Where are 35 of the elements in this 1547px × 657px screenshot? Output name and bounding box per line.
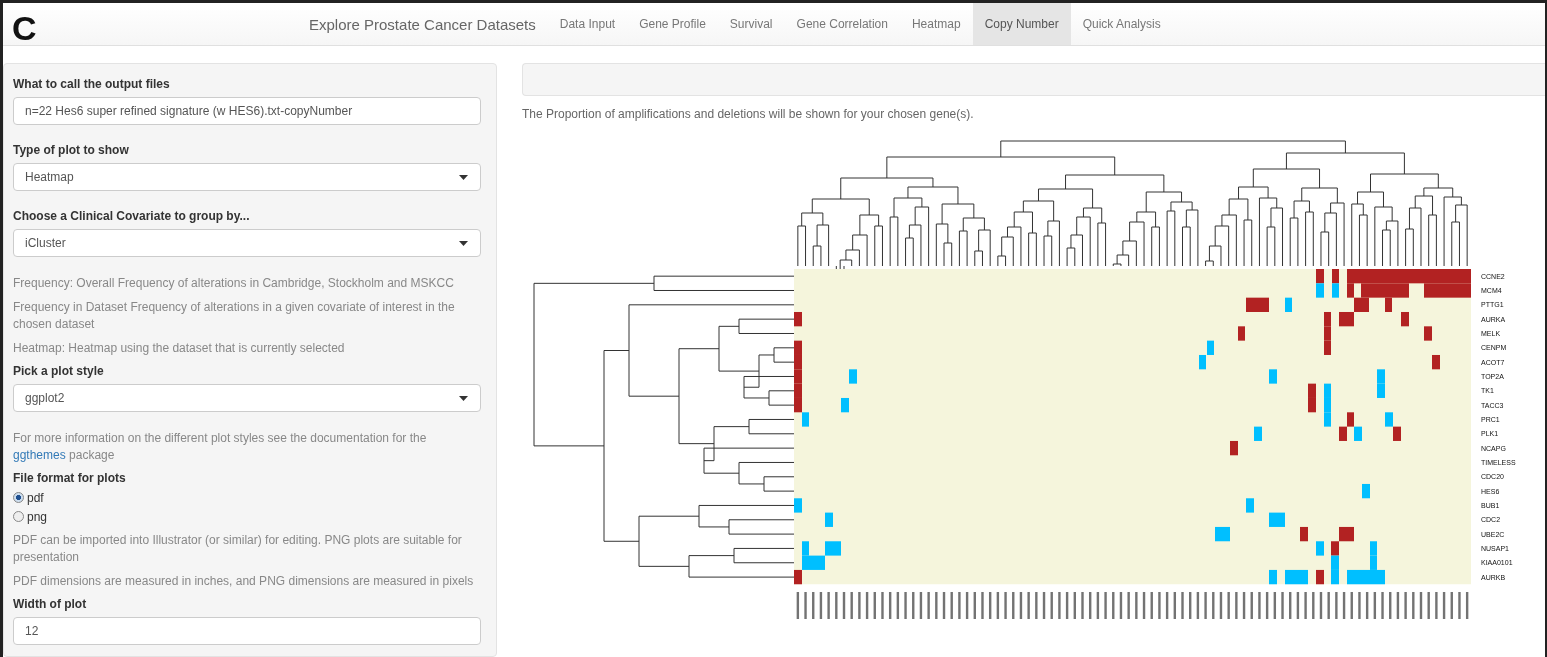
nav-tab[interactable]: Heatmap: [899, 3, 973, 45]
field-label: Pick a plot style: [13, 364, 105, 378]
help-text: PDF dimensions are measured in inches, and PNG dimensions are measured in pixels: [13, 573, 475, 590]
caret-icon: [459, 240, 468, 246]
text-field[interactable]: 12: [13, 617, 481, 645]
panel-label: C: [11, 8, 38, 45]
field-label: File format for plots: [13, 471, 127, 485]
nav-tab[interactable]: Copy Number: [972, 3, 1071, 45]
help-text: Frequency in Dataset Frequency of alterations in a given covariate of interest in the chosen dataset: [13, 299, 456, 333]
nav-tab[interactable]: Quick Analysis: [1070, 3, 1173, 45]
help-text: For more information on the different plot styles see the documentation for the ggthemes package: [13, 430, 428, 464]
nav-tab[interactable]: Gene Profile: [627, 3, 718, 45]
nav-tab[interactable]: Gene Correlation: [784, 3, 900, 45]
nav-tab[interactable]: Data Input: [547, 3, 628, 45]
nav-tab[interactable]: Survival: [717, 3, 785, 45]
radio-button[interactable]: [13, 492, 24, 503]
help-text: PDF can be imported into Illustrator (or similar) for editing. PNG plots are suitable for presentation: [13, 532, 463, 566]
help-text: Frequency: Overall Frequency of alterations in Cambridge, Stockholm and MSKCC: [13, 275, 455, 292]
caret-icon: [459, 395, 468, 401]
select-field[interactable]: Heatmap: [13, 163, 481, 191]
field-label: Choose a Clinical Covariate to group by...: [13, 209, 251, 223]
select-field[interactable]: iCluster: [13, 229, 481, 257]
text-field[interactable]: n=22 Hes6 super refined signature (w HES6).txt-copyNumber: [13, 97, 481, 125]
select-field[interactable]: ggplot2: [13, 384, 481, 412]
info-text: The Proportion of amplifications and deletions will be shown for your chosen gene(s).: [522, 107, 975, 121]
caret-icon: [459, 174, 468, 180]
help-text: Heatmap: Heatmap using the dataset that is currently selected: [13, 340, 346, 357]
radio-button[interactable]: [13, 511, 24, 522]
field-label: Width of plot: [13, 597, 88, 611]
app-title: Explore Prostate Cancer Datasets: [308, 14, 537, 35]
field-label: What to call the output files: [13, 77, 171, 91]
radio-option[interactable]: pdf: [13, 488, 481, 507]
field-label: Type of plot to show: [13, 143, 130, 157]
ggthemes-link[interactable]: ggthemes: [13, 448, 66, 462]
radio-option[interactable]: png: [13, 507, 481, 526]
